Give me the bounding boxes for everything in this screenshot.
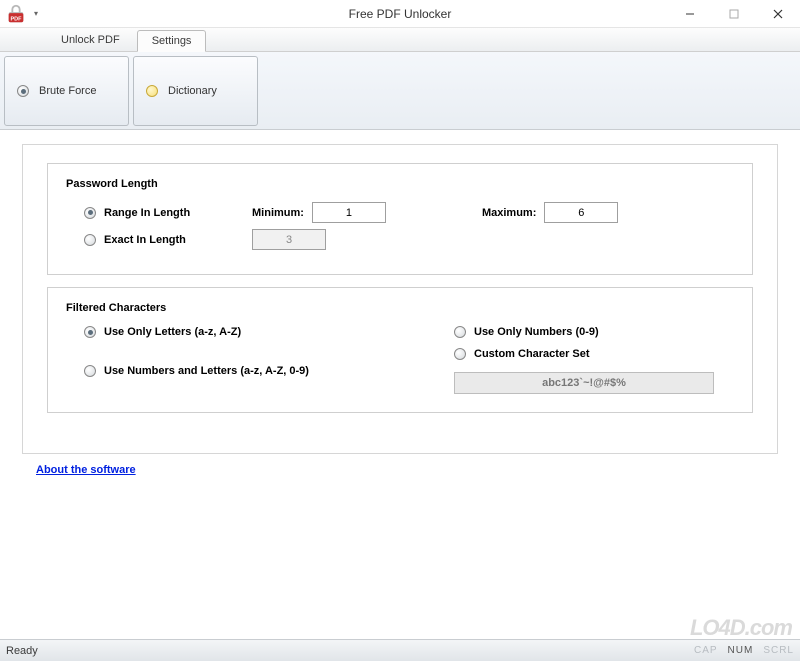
minimize-button[interactable]	[668, 0, 712, 28]
filtered-characters-group: Filtered Characters Use Only Letters (a-…	[47, 287, 753, 413]
custom-radio[interactable]	[454, 348, 466, 360]
tab-settings[interactable]: Settings	[137, 30, 207, 52]
watermark: LO4D.com	[690, 615, 792, 641]
custom-set-option: Custom Character Set abc123`~!@#$%	[454, 348, 734, 394]
range-radio[interactable]	[84, 207, 96, 219]
exact-in-length-row: Exact In Length	[84, 229, 734, 250]
maximize-button[interactable]	[712, 0, 756, 28]
letters-label: Use Only Letters (a-z, A-Z)	[104, 326, 241, 338]
exact-label: Exact In Length	[104, 234, 244, 246]
custom-radio-row[interactable]: Custom Character Set	[454, 348, 590, 360]
brute-force-button[interactable]: Brute Force	[4, 56, 129, 126]
tab-unlock-pdf[interactable]: Unlock PDF	[46, 29, 135, 51]
custom-charset-input: abc123`~!@#$%	[454, 372, 714, 394]
svg-text:PDF: PDF	[11, 16, 23, 22]
use-only-numbers-option[interactable]: Use Only Numbers (0-9)	[454, 326, 734, 338]
brute-force-label: Brute Force	[39, 85, 96, 97]
exact-input	[252, 229, 326, 250]
maximum-input[interactable]	[544, 202, 618, 223]
dictionary-radio-icon	[146, 85, 158, 97]
qat-dropdown-icon[interactable]: ▾	[34, 9, 38, 18]
about-link[interactable]: About the software	[36, 464, 136, 476]
minimum-label: Minimum:	[252, 207, 304, 219]
close-button[interactable]	[756, 0, 800, 28]
minimum-input[interactable]	[312, 202, 386, 223]
custom-label: Custom Character Set	[474, 348, 590, 360]
status-ready: Ready	[6, 645, 38, 657]
range-in-length-row: Range In Length Minimum: Maximum:	[84, 202, 734, 223]
status-cap: CAP	[694, 645, 718, 656]
use-only-letters-option[interactable]: Use Only Letters (a-z, A-Z)	[84, 326, 454, 338]
numbers-label: Use Only Numbers (0-9)	[474, 326, 599, 338]
numletters-label: Use Numbers and Letters (a-z, A-Z, 0-9)	[104, 365, 309, 377]
ribbon: Brute Force Dictionary	[0, 52, 800, 130]
use-numbers-and-letters-option[interactable]: Use Numbers and Letters (a-z, A-Z, 0-9)	[84, 348, 454, 394]
letters-radio[interactable]	[84, 326, 96, 338]
password-length-group: Password Length Range In Length Minimum:…	[47, 163, 753, 275]
titlebar: PDF ▾ Free PDF Unlocker	[0, 0, 800, 28]
status-num: NUM	[728, 645, 754, 656]
content-area: Password Length Range In Length Minimum:…	[0, 130, 800, 480]
filtered-characters-title: Filtered Characters	[66, 302, 734, 314]
password-length-title: Password Length	[66, 178, 734, 190]
settings-panel: Password Length Range In Length Minimum:…	[22, 144, 778, 454]
dictionary-button[interactable]: Dictionary	[133, 56, 258, 126]
app-icon: PDF	[2, 0, 30, 28]
statusbar: Ready CAP NUM SCRL	[0, 639, 800, 661]
numbers-radio[interactable]	[454, 326, 466, 338]
dictionary-label: Dictionary	[168, 85, 217, 97]
maximum-label: Maximum:	[482, 207, 536, 219]
tabs-row: Unlock PDF Settings	[0, 28, 800, 52]
status-scrl: SCRL	[763, 645, 794, 656]
exact-radio[interactable]	[84, 234, 96, 246]
range-label: Range In Length	[104, 207, 244, 219]
brute-force-radio-icon	[17, 85, 29, 97]
numletters-radio[interactable]	[84, 365, 96, 377]
window-controls	[668, 0, 800, 28]
